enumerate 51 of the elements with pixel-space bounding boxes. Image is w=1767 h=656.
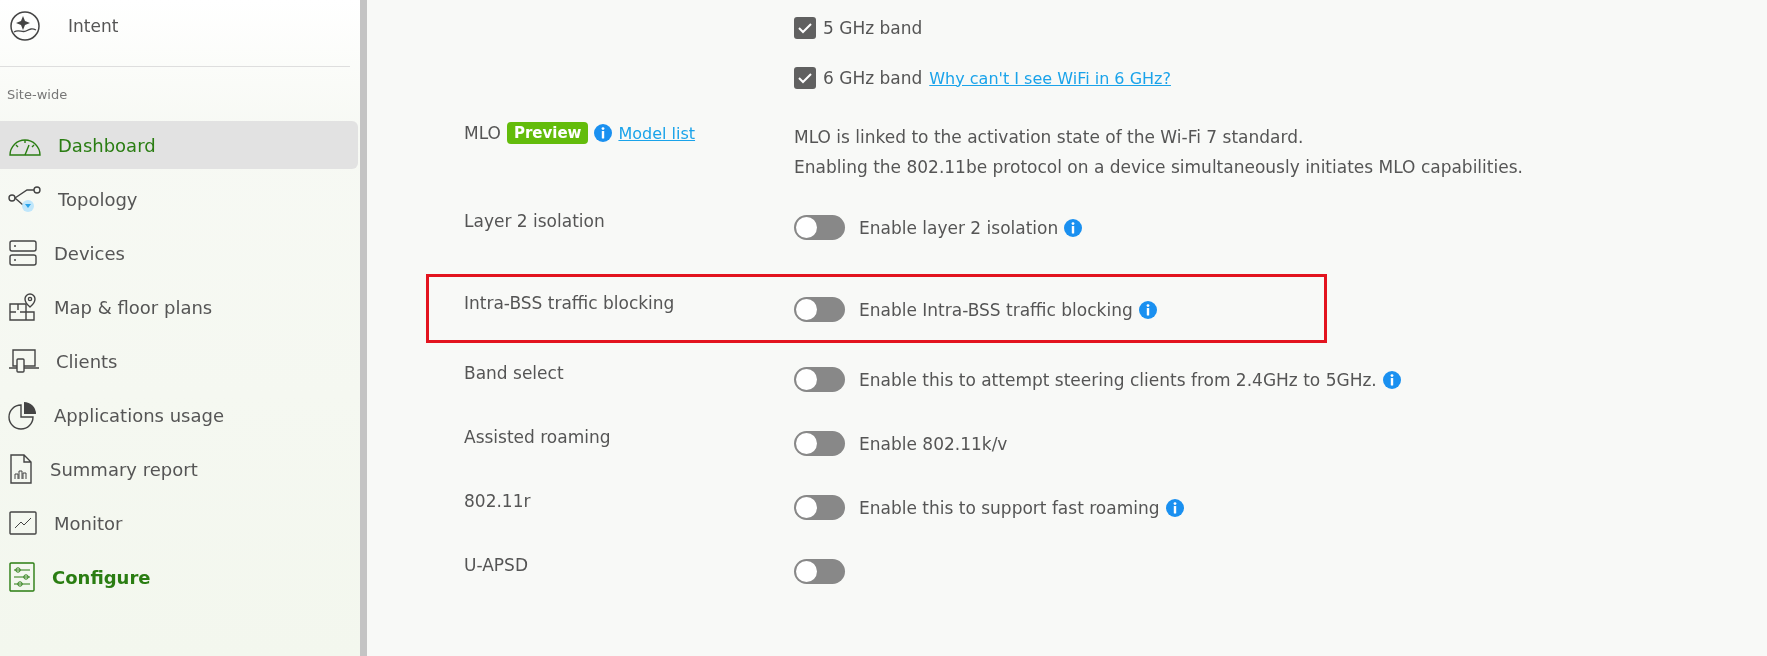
setting-label: Band select: [464, 363, 564, 383]
sparkle-icon: [9, 10, 41, 42]
topology-icon: [8, 185, 42, 213]
toggle-description: Enable 802.11k/v: [859, 433, 1008, 454]
toggle-description: Enable this to support fast roaming: [859, 497, 1160, 518]
intent-item[interactable]: Intent: [68, 16, 119, 36]
check-icon: [797, 20, 813, 36]
nav-item[interactable]: Devices: [0, 229, 358, 277]
band-label: 6 GHz band: [823, 68, 923, 88]
toggle-switch[interactable]: [794, 297, 845, 322]
pie-chart-icon: [8, 400, 38, 430]
toggle-switch[interactable]: [794, 215, 845, 240]
description-text: MLO is linked to the activation state of the Wi-Fi 7 standard. Enabling the 802.11be protocol on a device simultaneously initiates MLO capabilities.: [794, 126, 1524, 179]
toggle-description: Enable Intra-BSS traffic blocking: [859, 299, 1133, 320]
toggle-switch[interactable]: [794, 495, 845, 520]
section-title: Site-wide: [6, 86, 69, 104]
nav-item[interactable]: Map & floor plans: [0, 283, 358, 331]
toggle-switch[interactable]: [794, 559, 845, 584]
setting-label: Assisted roaming: [464, 427, 611, 447]
nav-item[interactable]: Dashboard: [0, 121, 358, 169]
toggle-description: Enable layer 2 isolation: [859, 217, 1059, 238]
info-icon[interactable]: [1138, 300, 1157, 319]
sliders-icon: [8, 561, 36, 593]
check-icon: [797, 70, 813, 86]
nav-item[interactable]: Topology: [0, 175, 358, 223]
report-icon: [8, 453, 34, 485]
server-icon: [8, 239, 38, 267]
setting-label: MLO: [464, 123, 501, 143]
nav-item[interactable]: Clients: [0, 337, 358, 385]
nav-item[interactable]: Summary report: [0, 445, 358, 493]
setting-label: 802.11r: [464, 491, 531, 511]
setting-label: U-APSD: [464, 555, 528, 575]
checkbox[interactable]: [794, 67, 816, 89]
nav-item[interactable]: Configure: [0, 553, 358, 601]
info-icon[interactable]: [1064, 218, 1083, 237]
nav-item[interactable]: Monitor: [0, 499, 358, 547]
setting-label: Layer 2 isolation: [464, 211, 605, 231]
info-icon[interactable]: [594, 124, 613, 142]
info-icon[interactable]: [1165, 498, 1184, 517]
band-label: 5 GHz band: [823, 18, 923, 38]
laptop-phone-icon: [8, 347, 40, 375]
line-chart-icon: [8, 510, 38, 536]
toggle-switch[interactable]: [794, 431, 845, 456]
nav-item[interactable]: Applications usage: [0, 391, 358, 439]
info-icon[interactable]: [1382, 370, 1401, 389]
preview-badge: Preview: [506, 122, 589, 144]
toggle-switch[interactable]: [794, 367, 845, 392]
checkbox[interactable]: [794, 17, 816, 39]
setting-label: Intra-BSS traffic blocking: [464, 293, 675, 313]
floor-plan-icon: [8, 292, 38, 322]
toggle-description: Enable this to attempt steering clients from 2.4GHz to 5GHz.: [859, 369, 1377, 390]
